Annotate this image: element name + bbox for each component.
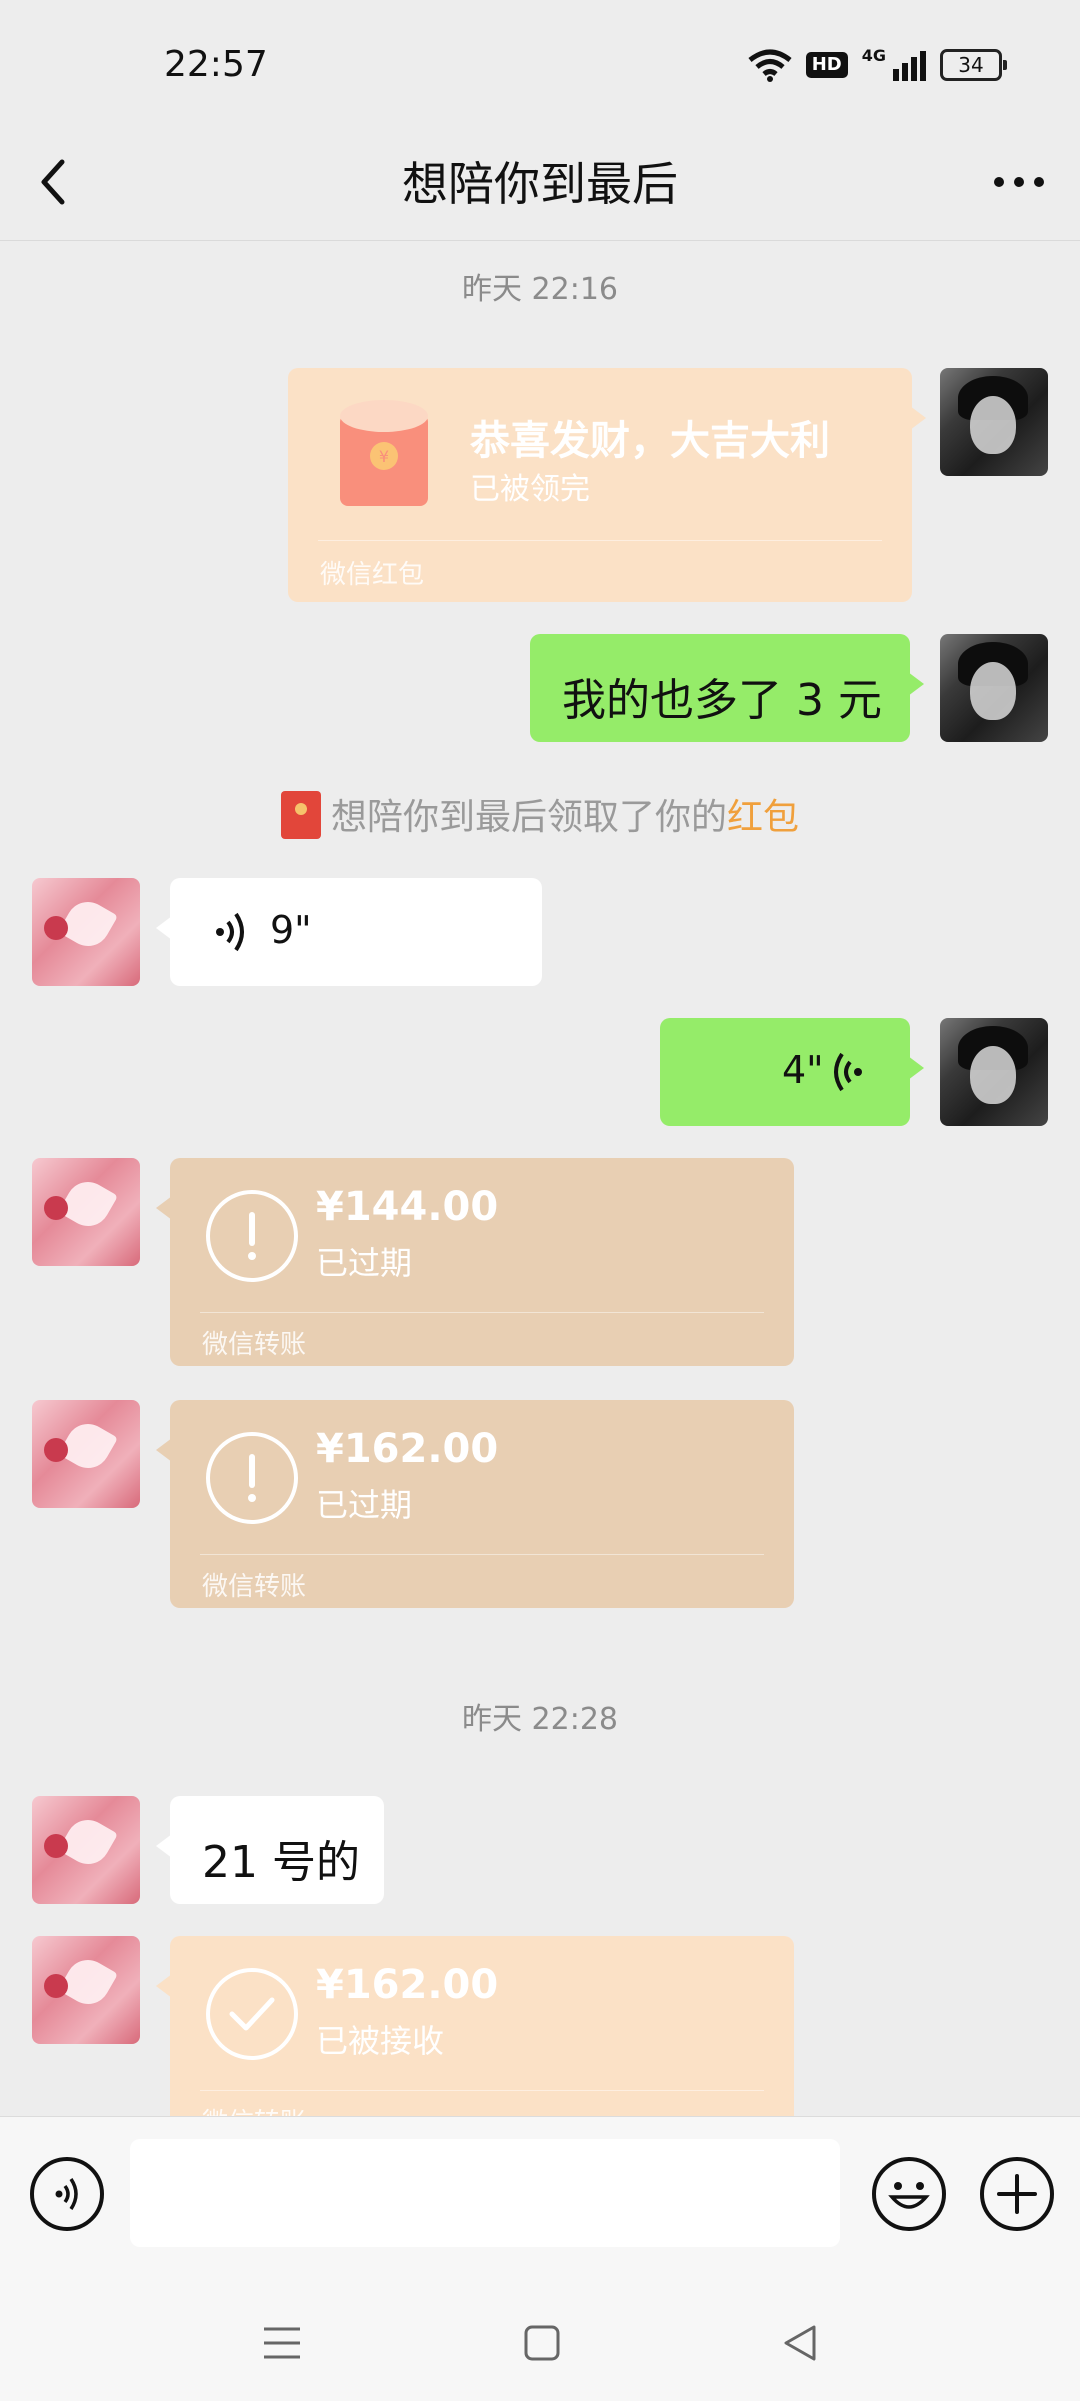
transfer-status: 已被接收	[316, 2022, 445, 2060]
voice-icon	[834, 1052, 862, 1092]
system-message: 想陪你到最后领取了你的红包	[0, 788, 1080, 840]
contact-avatar[interactable]	[32, 1796, 140, 1904]
svg-text:¥: ¥	[379, 447, 389, 466]
transfer-footer: 微信转账	[202, 1330, 307, 1360]
red-packet-status: 已被领完	[470, 472, 590, 507]
system-link[interactable]: 红包	[727, 797, 799, 838]
input-bar	[0, 2116, 1080, 2401]
chat-title: 想陪你到最后	[402, 157, 678, 211]
network-type: 4G	[861, 45, 886, 65]
plus-icon	[997, 2174, 1037, 2214]
red-packet-small-icon	[280, 791, 321, 839]
expired-icon	[206, 1190, 298, 1282]
contact-avatar[interactable]	[32, 1400, 140, 1508]
home-nav-icon[interactable]	[522, 2323, 562, 2363]
menu-nav-icon[interactable]	[262, 2323, 302, 2363]
transfer-card[interactable]: ¥162.00 已过期 微信转账	[156, 1400, 794, 1608]
contact-avatar[interactable]	[32, 1158, 140, 1266]
transfer-footer: 微信转账	[202, 1572, 307, 1602]
transfer-amount: ¥144.00	[316, 1184, 499, 1230]
transfer-amount: ¥162.00	[316, 1962, 499, 2008]
voice-message-in[interactable]: 9"	[156, 878, 542, 986]
transfer-card[interactable]: ¥162.00 已被接收 微信转账	[156, 1936, 794, 2144]
transfer-amount: ¥162.00	[316, 1426, 499, 1472]
message-text: 21 号的	[202, 1837, 360, 1888]
clock: 22:57	[164, 44, 268, 85]
back-nav-icon[interactable]	[780, 2323, 820, 2363]
system-text: 想陪你到最后领取了你的	[330, 797, 727, 838]
battery-level: 34	[958, 53, 984, 77]
chat-header: 想陪你到最后	[0, 130, 1080, 241]
transfer-card[interactable]: ¥144.00 已过期 微信转账	[156, 1158, 794, 1366]
voice-input-button[interactable]	[30, 2157, 104, 2231]
contact-avatar[interactable]	[32, 878, 140, 986]
wifi-icon	[748, 49, 792, 82]
more-icon[interactable]	[984, 152, 1054, 212]
hd-badge: HD	[805, 52, 848, 78]
transfer-status: 已过期	[316, 1244, 413, 1282]
signal-icon	[893, 51, 926, 81]
status-bar: 22:57 HD 4G 34	[0, 0, 1080, 130]
expired-icon	[206, 1432, 298, 1524]
voice-input-icon	[55, 2178, 78, 2210]
received-check-icon	[206, 1968, 298, 2060]
emoji-button[interactable]	[872, 2157, 946, 2231]
voice-message-out[interactable]: 4"	[660, 1018, 924, 1126]
emoji-icon	[888, 2182, 930, 2209]
timestamp: 昨天 22:16	[462, 272, 618, 307]
message-bubble-out[interactable]: 我的也多了 3 元	[530, 634, 924, 742]
battery-icon: 34	[940, 49, 1007, 81]
timestamp: 昨天 22:28	[462, 1702, 618, 1737]
status-icons: HD 4G 34	[748, 45, 1007, 82]
message-text: 我的也多了 3 元	[562, 675, 882, 726]
red-packet-title: 恭喜发财，大吉大利	[470, 418, 830, 464]
plus-button[interactable]	[980, 2157, 1054, 2231]
my-avatar[interactable]	[940, 368, 1048, 476]
voice-duration: 9"	[270, 908, 312, 952]
red-packet-footer: 微信红包	[320, 560, 425, 590]
transfer-status: 已过期	[316, 1486, 413, 1524]
red-packet-card[interactable]: ¥ 恭喜发财，大吉大利 已被领完 微信红包	[288, 368, 926, 602]
message-bubble-in[interactable]: 21 号的	[156, 1796, 384, 1904]
my-avatar[interactable]	[940, 1018, 1048, 1126]
red-packet-icon: ¥	[340, 400, 428, 506]
voice-duration: 4"	[782, 1048, 824, 1092]
my-avatar[interactable]	[940, 634, 1048, 742]
message-input[interactable]	[130, 2139, 840, 2247]
contact-avatar[interactable]	[32, 1936, 140, 2044]
voice-icon	[216, 912, 244, 952]
